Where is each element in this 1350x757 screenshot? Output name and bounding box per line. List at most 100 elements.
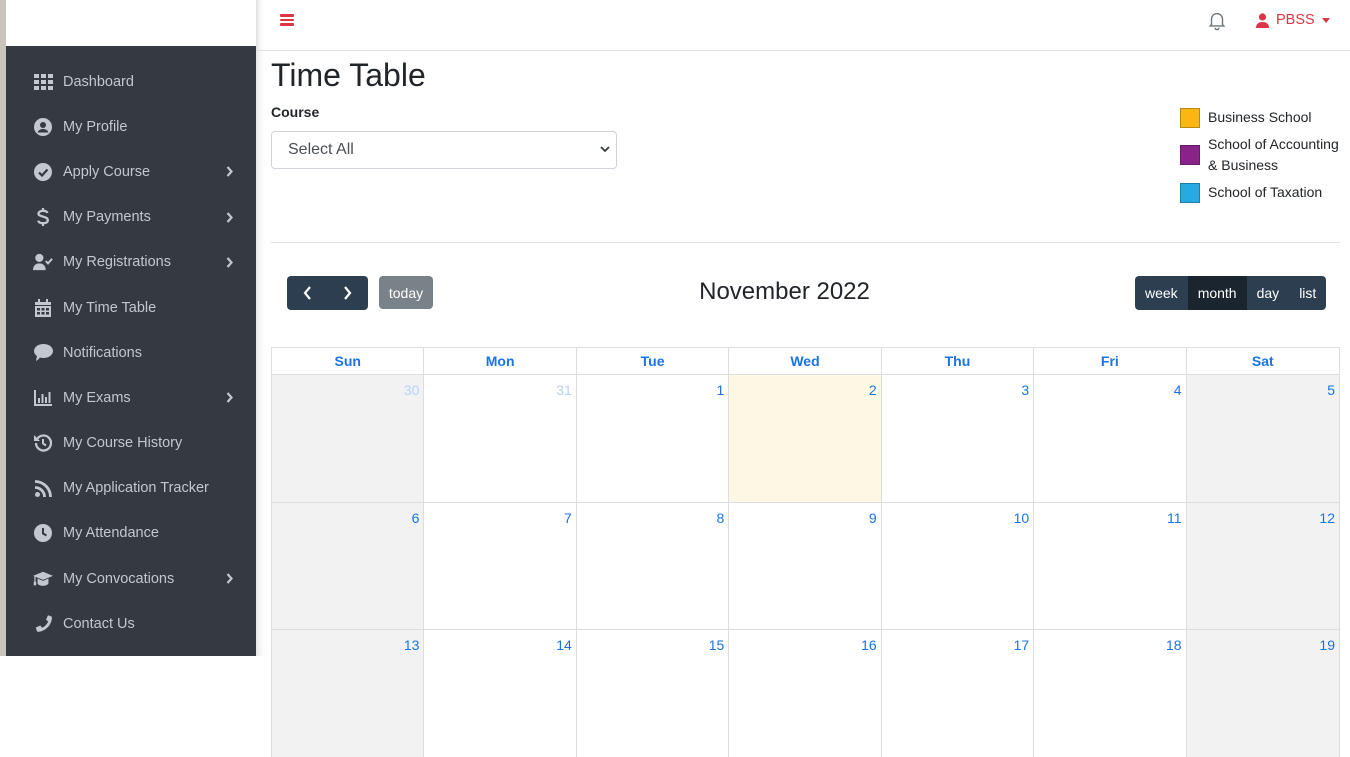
view-week-button[interactable]: week — [1135, 276, 1188, 310]
sidebar-item-contact-us[interactable]: Contact Us — [6, 601, 256, 646]
dollar-icon — [33, 207, 53, 227]
calendar-day[interactable]: 12 — [1186, 502, 1339, 629]
calendar-day[interactable]: 5 — [1186, 375, 1339, 502]
course-select-value: Select All — [288, 141, 354, 158]
user-check-icon — [33, 252, 53, 272]
calendar-day[interactable]: 1 — [577, 375, 730, 502]
calendar-day[interactable]: 30 — [272, 375, 425, 502]
sidebar-item-label: My Profile — [63, 118, 128, 135]
calendar-day[interactable]: 31 — [424, 375, 577, 502]
sidebar-item-my-registrations[interactable]: My Registrations — [6, 240, 256, 285]
user-icon — [1256, 12, 1269, 28]
legend-label: School of Accounting & Business — [1208, 136, 1339, 173]
calendar-icon — [33, 298, 53, 318]
weekday-header-fri: Fri — [1034, 348, 1187, 374]
calendar-day[interactable]: 14 — [424, 630, 577, 757]
calendar-day-today[interactable]: 2 — [729, 375, 882, 502]
chevron-right-icon — [224, 256, 234, 268]
calendar-week-row: 30 31 1 2 3 4 5 — [271, 374, 1340, 502]
view-day-button[interactable]: day — [1247, 276, 1290, 310]
bar-chart-icon — [33, 388, 53, 408]
calendar-view-switcher: week month day list — [1135, 276, 1327, 310]
sidebar-item-notifications[interactable]: Notifications — [6, 330, 256, 375]
sidebar-item-label: Dashboard — [63, 73, 134, 90]
weekday-header-sun: Sun — [272, 348, 425, 374]
day-number: 18 — [1165, 637, 1182, 653]
calendar-day[interactable]: 11 — [1034, 502, 1187, 629]
day-number: 3 — [1021, 382, 1030, 398]
user-menu-dropdown[interactable]: PBSS — [1256, 10, 1330, 30]
calendar-week-row: 6 7 8 9 10 11 12 — [271, 501, 1340, 629]
calendar-day[interactable]: 6 — [272, 502, 425, 629]
day-number: 14 — [556, 637, 572, 653]
sidebar-item-my-time-table[interactable]: My Time Table — [6, 285, 256, 330]
weekday-header-row: Sun Mon Tue Wed Thu Fri Sat — [271, 347, 1340, 374]
course-select[interactable]: Select All — [271, 131, 617, 169]
day-number: 11 — [1167, 509, 1182, 526]
day-number: 5 — [1327, 382, 1335, 398]
calendar-month-grid: Sun Mon Tue Wed Thu Fri Sat 30 31 1 2 3 4 5 6 7 8 9 10 11 1… — [271, 347, 1340, 757]
calendar-day[interactable]: 13 — [272, 630, 425, 757]
calendar-day[interactable]: 9 — [729, 502, 882, 629]
sidebar-item-label: My Payments — [63, 209, 151, 226]
page-title: Time Table — [271, 57, 426, 93]
view-list-button[interactable]: list — [1289, 276, 1326, 310]
calendar-week-row: 13 14 15 16 17 18 19 — [271, 629, 1340, 757]
day-number: 30 — [403, 382, 420, 398]
calendar-day[interactable]: 7 — [424, 502, 577, 629]
day-number: 15 — [708, 637, 725, 653]
sidebar-item-label: My Registrations — [63, 254, 171, 271]
weekday-header-tue: Tue — [577, 348, 730, 374]
chevron-down-icon — [600, 146, 610, 153]
legend-label: Business School — [1208, 109, 1312, 125]
comment-icon — [33, 343, 53, 363]
day-number: 2 — [868, 382, 877, 398]
calendar-day[interactable]: 16 — [729, 630, 882, 757]
day-number: 7 — [564, 509, 572, 526]
weekday-header-sat: Sat — [1251, 353, 1274, 369]
sidebar-item-my-payments[interactable]: My Payments — [6, 195, 256, 240]
sidebar-item-dashboard[interactable]: Dashboard — [6, 59, 256, 104]
calendar-day[interactable]: 19 — [1186, 630, 1339, 757]
rss-icon — [33, 478, 53, 498]
sidebar: Dashboard My Profile Apply Course My Paymen… — [6, 0, 256, 656]
day-number: 9 — [868, 509, 877, 526]
day-number: 17 — [1013, 637, 1030, 653]
sidebar-item-label: My Convocations — [63, 570, 175, 587]
weekday-header-thu: Thu — [882, 348, 1035, 374]
sidebar-item-my-profile[interactable]: My Profile — [6, 104, 256, 149]
grid-icon — [33, 72, 53, 92]
chevron-right-icon — [224, 392, 234, 404]
legend-item: School of Accounting & Business — [1180, 134, 1350, 176]
sidebar-item-label: My Exams — [63, 389, 131, 406]
calendar-day[interactable]: 17 — [882, 630, 1035, 757]
sidebar-item-my-attendance[interactable]: My Attendance — [6, 511, 256, 556]
sidebar-item-label: Notifications — [63, 344, 142, 361]
sidebar-item-label: My Course History — [63, 435, 183, 452]
calendar-day[interactable]: 15 — [577, 630, 730, 757]
weekday-header-wed: Wed — [729, 348, 882, 374]
legend-item: School of Taxation — [1180, 182, 1350, 203]
top-navbar: PBSS — [256, 0, 1350, 51]
view-month-button[interactable]: month — [1187, 276, 1247, 310]
user-circle-icon — [33, 117, 53, 137]
day-number: 8 — [716, 509, 725, 526]
course-label: Course — [271, 104, 320, 120]
sidebar-item-my-application-tracker[interactable]: My Application Tracker — [6, 466, 256, 511]
sidebar-item-label: Contact Us — [63, 615, 135, 632]
sidebar-item-my-course-history[interactable]: My Course History — [6, 421, 256, 466]
calendar-day[interactable]: 10 — [882, 502, 1035, 629]
sidebar-item-my-convocations[interactable]: My Convocations — [6, 556, 256, 601]
bell-icon[interactable] — [1206, 9, 1228, 31]
calendar-day[interactable]: 3 — [882, 375, 1035, 502]
calendar-day[interactable]: 4 — [1034, 375, 1187, 502]
calendar-day[interactable]: 8 — [577, 502, 730, 629]
menu-toggle-icon[interactable] — [280, 12, 294, 28]
calendar-day[interactable]: 18 — [1034, 630, 1187, 757]
sidebar-logo-area — [6, 0, 256, 46]
sidebar-item-apply-course[interactable]: Apply Course — [6, 149, 256, 194]
legend-item: Business School — [1180, 107, 1350, 128]
sidebar-item-my-exams[interactable]: My Exams — [6, 375, 256, 420]
legend-swatch — [1180, 145, 1200, 165]
day-number: 10 — [1013, 509, 1030, 526]
